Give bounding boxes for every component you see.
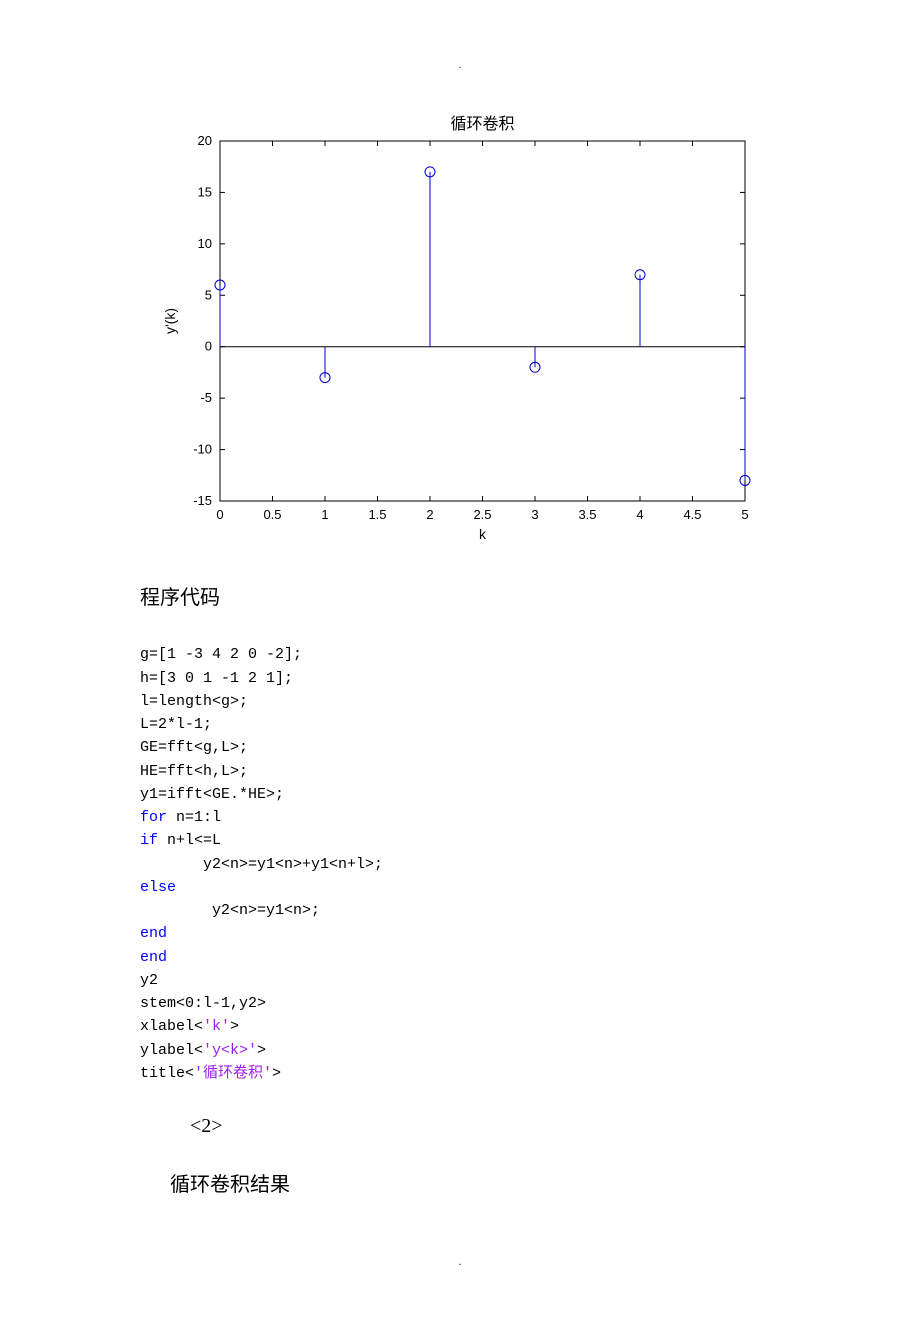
svg-text:20: 20 (198, 133, 212, 148)
string-literal: 'y<k>' (203, 1042, 257, 1059)
svg-text:3: 3 (531, 507, 538, 522)
keyword-if: if (140, 832, 158, 849)
svg-text:2: 2 (426, 507, 433, 522)
keyword-end: end (140, 925, 167, 942)
string-literal: '循环卷积' (194, 1065, 272, 1082)
code-line: GE=fft<g,L>; (140, 739, 248, 756)
svg-text:循环卷积: 循环卷积 (450, 115, 514, 133)
svg-text:1: 1 (321, 507, 328, 522)
svg-text:-15: -15 (193, 493, 212, 508)
chart-container: 循环卷积 0 0.5 1 1.5 2 2.5 3 3.5 4 4.5 5 -15 -10 -5 0 5 10 15 2… (140, 111, 780, 551)
code-line: L=2*l-1; (140, 716, 212, 733)
code-text: > (257, 1042, 266, 1059)
svg-text:0: 0 (205, 339, 212, 354)
code-block: g=[1 -3 4 2 0 -2]; h=[3 0 1 -1 2 1]; l=l… (140, 620, 780, 1085)
string-literal: 'k' (203, 1018, 230, 1035)
code-line: g=[1 -3 4 2 0 -2]; (140, 646, 302, 663)
svg-text:3.5: 3.5 (578, 507, 596, 522)
code-text: > (272, 1065, 281, 1082)
code-line: h=[3 0 1 -1 2 1]; (140, 670, 293, 687)
code-text: > (230, 1018, 239, 1035)
svg-text:-5: -5 (200, 390, 212, 405)
code-text: n=1:l (167, 809, 221, 826)
code-line: y2<n>=y1<n>; (212, 902, 320, 919)
page-footer-dot: . (140, 1257, 780, 1268)
subsection-label: <2> (190, 1115, 780, 1138)
svg-text:4.5: 4.5 (683, 507, 701, 522)
code-line: y2 (140, 972, 158, 989)
page-header-dot: . (140, 60, 780, 71)
code-text: title< (140, 1065, 194, 1082)
keyword-end: end (140, 949, 167, 966)
code-line: stem<0:l-1,y2> (140, 995, 266, 1012)
code-line: l=length<g>; (140, 693, 248, 710)
svg-text:5: 5 (741, 507, 748, 522)
code-text: ylabel< (140, 1042, 203, 1059)
svg-text:0: 0 (216, 507, 223, 522)
svg-text:15: 15 (198, 184, 212, 199)
svg-text:2.5: 2.5 (473, 507, 491, 522)
stem-chart: 循环卷积 0 0.5 1 1.5 2 2.5 3 3.5 4 4.5 5 -15 -10 -5 0 5 10 15 2… (140, 111, 760, 551)
code-text: n+l<=L (158, 832, 221, 849)
subsection-title: 循环卷积结果 (170, 1168, 780, 1197)
code-line: HE=fft<h,L>; (140, 763, 248, 780)
svg-text:y'(k): y'(k) (162, 308, 178, 334)
svg-text:4: 4 (636, 507, 643, 522)
svg-text:-10: -10 (193, 442, 212, 457)
svg-text:1.5: 1.5 (368, 507, 386, 522)
svg-text:5: 5 (205, 287, 212, 302)
code-text: xlabel< (140, 1018, 203, 1035)
code-line: y1=ifft<GE.*HE>; (140, 786, 284, 803)
keyword-for: for (140, 809, 167, 826)
keyword-else: else (140, 879, 176, 896)
svg-text:10: 10 (198, 236, 212, 251)
svg-text:0.5: 0.5 (263, 507, 281, 522)
section-header: 程序代码 (140, 581, 780, 610)
code-line: y2<n>=y1<n>+y1<n+l>; (203, 856, 383, 873)
svg-text:k: k (479, 526, 487, 542)
